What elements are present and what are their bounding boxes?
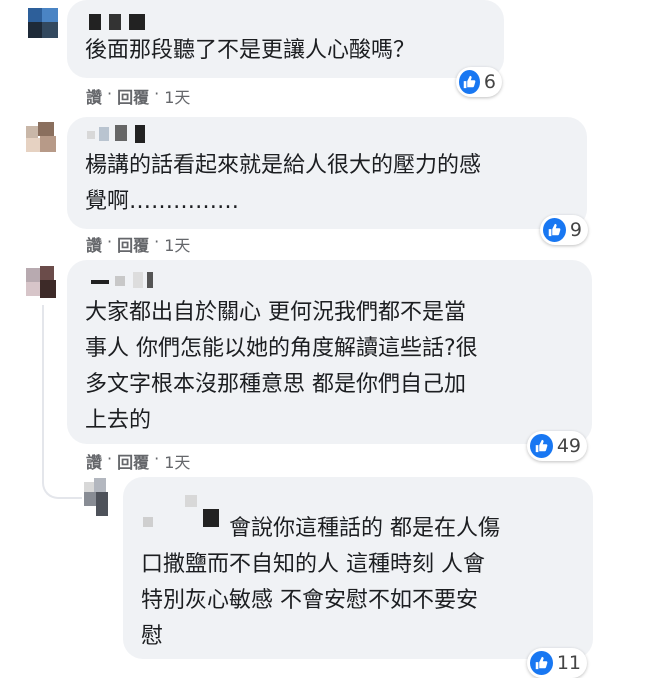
reaction-summary[interactable]: 6 — [456, 67, 502, 97]
replier-name[interactable] — [143, 489, 219, 527]
commenter-name[interactable] — [87, 121, 177, 145]
reaction-count: 6 — [483, 71, 496, 93]
thumbs-up-icon — [459, 70, 480, 94]
reply-text: 口撒鹽而不自知的人 這種時刻 人會 特別灰心敏感 不會安慰不如不要安 慰 — [141, 552, 485, 649]
commenter-name[interactable] — [87, 266, 177, 290]
reaction-summary[interactable]: 11 — [527, 648, 587, 678]
thumbs-up-icon — [543, 218, 566, 242]
like-button[interactable]: 讚 — [86, 84, 102, 108]
reaction-count: 9 — [569, 219, 582, 241]
comment-text: 大家都出自於關心 更何況我們都不是當 事人 你們怎能以她的角度解讀這些話?很 多… — [85, 300, 478, 433]
avatar[interactable] — [18, 118, 62, 158]
reaction-summary[interactable]: 9 — [540, 215, 588, 245]
like-button[interactable]: 讚 — [86, 232, 102, 256]
separator: · — [154, 84, 160, 103]
timestamp[interactable]: 1天 — [164, 232, 190, 256]
comment-actions: 讚 · 回覆 · 1天 — [86, 449, 190, 473]
separator: · — [107, 232, 113, 251]
thread-line — [42, 305, 44, 455]
avatar[interactable] — [18, 262, 62, 302]
comment-text: 楊講的話看起來就是給人很大的壓力的感 覺啊…………… — [85, 153, 482, 214]
comment-bubble: 後面那段聽了不是更讓人心酸嗎？ — [67, 0, 504, 78]
reply-button[interactable]: 回覆 — [117, 449, 149, 473]
comment-bubble: 楊講的話看起來就是給人很大的壓力的感 覺啊…………… — [67, 117, 587, 229]
like-button[interactable]: 讚 — [86, 449, 102, 473]
commenter-name[interactable] — [87, 8, 167, 32]
comment-actions: 讚 · 回覆 · 1天 — [86, 84, 190, 108]
reply-button[interactable]: 回覆 — [117, 84, 149, 108]
reply-bubble: 會說你這種話的 都是在人傷 口撒鹽而不自知的人 這種時刻 人會 特別灰心敏感 不… — [123, 477, 593, 659]
reply-button[interactable]: 回覆 — [117, 232, 149, 256]
separator: · — [107, 84, 113, 103]
reaction-summary[interactable]: 49 — [527, 431, 587, 461]
separator: · — [154, 449, 160, 468]
thumbs-up-icon — [530, 434, 553, 458]
avatar[interactable] — [18, 0, 62, 40]
timestamp[interactable]: 1天 — [164, 84, 190, 108]
reaction-count: 11 — [556, 652, 581, 674]
timestamp[interactable]: 1天 — [164, 449, 190, 473]
reaction-count: 49 — [556, 435, 581, 457]
comment-bubble: 大家都出自於關心 更何況我們都不是當 事人 你們怎能以她的角度解讀這些話?很 多… — [67, 260, 592, 444]
comment-text: 後面那段聽了不是更讓人心酸嗎？ — [85, 38, 416, 63]
thumbs-up-icon — [530, 651, 553, 675]
comment-actions: 讚 · 回覆 · 1天 — [86, 232, 190, 256]
reply-text-first-line: 會說你這種話的 都是在人傷 — [229, 516, 500, 541]
separator: · — [154, 232, 160, 251]
thread-connector — [42, 455, 82, 499]
avatar[interactable] — [80, 478, 116, 518]
separator: · — [107, 449, 113, 468]
